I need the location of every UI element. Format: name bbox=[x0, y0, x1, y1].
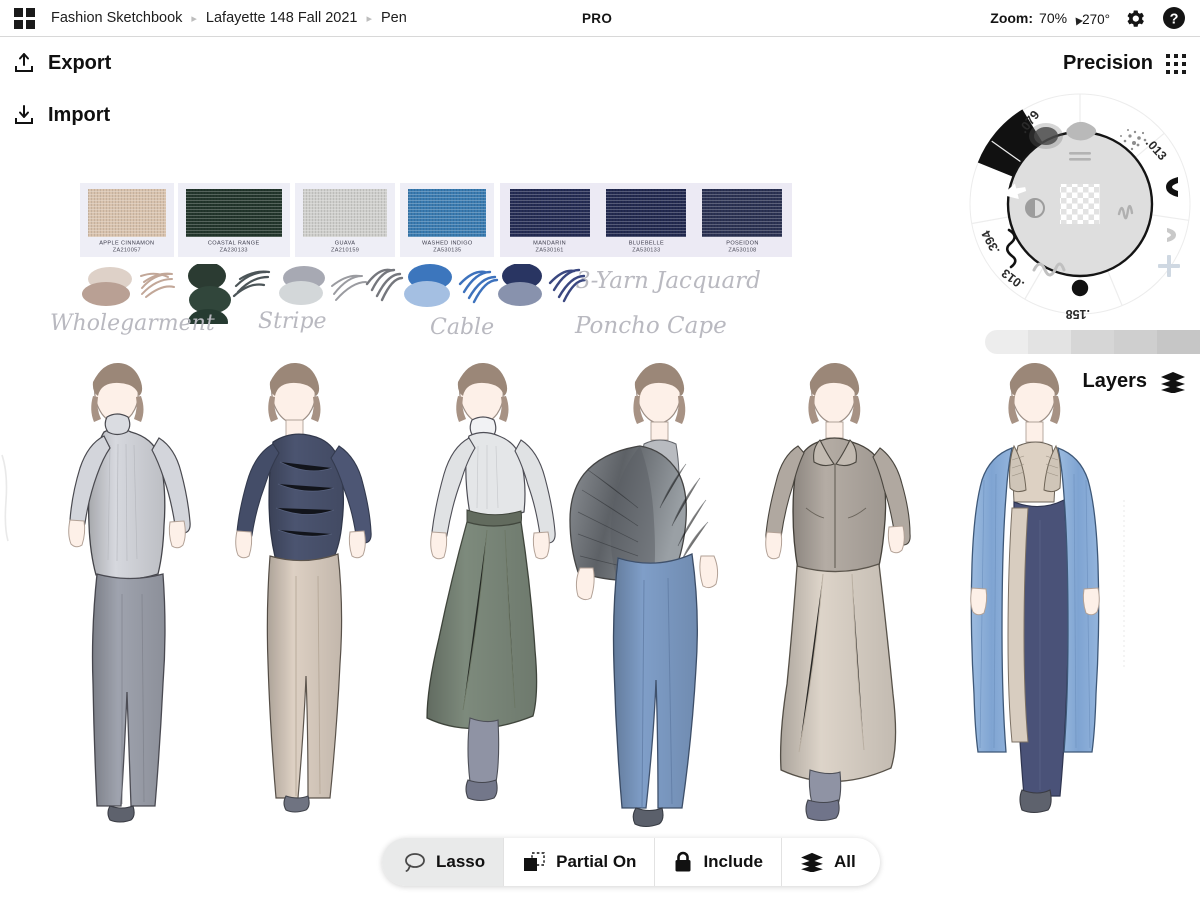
tool-partial-on-label: Partial On bbox=[556, 852, 636, 872]
swatch-name: WASHED INDIGO bbox=[422, 240, 473, 247]
grid-apps-icon[interactable] bbox=[14, 8, 35, 29]
swatch-code: ZA210159 bbox=[331, 247, 359, 254]
figure-4-poncho-cape-jeans[interactable] bbox=[570, 363, 718, 827]
export-upload-icon bbox=[12, 51, 36, 75]
swatch-code: ZA530108 bbox=[726, 247, 759, 254]
swatch-name: COASTAL RANGE bbox=[208, 240, 260, 247]
scribble-swatch bbox=[460, 272, 497, 302]
nine-dot-grid-icon bbox=[1166, 54, 1186, 74]
figure-2-blue-knit-trousers[interactable] bbox=[236, 363, 371, 812]
annotation-wholegarment: Wholegarment bbox=[50, 311, 215, 336]
top-bar: Fashion Sketchbook ▸ Lafayette 148 Fall … bbox=[0, 0, 1200, 37]
partial-sketch-left-edge bbox=[2, 455, 8, 541]
top-bar-right-controls: Zoom: 70% 270° ? bbox=[990, 6, 1186, 30]
sketch-canvas[interactable] bbox=[0, 360, 1200, 850]
import-button[interactable]: Import bbox=[12, 103, 110, 127]
annotation-jacquard: 3-Yarn Jacquard bbox=[576, 268, 761, 294]
zoom-value: 70% bbox=[1039, 10, 1067, 26]
pro-badge: PRO bbox=[582, 11, 612, 26]
swatch-fabric bbox=[606, 189, 686, 237]
annotation-stripe: Stripe bbox=[258, 309, 327, 334]
swatch-name: GUAVA bbox=[331, 240, 359, 247]
palette-group-stripe[interactable] bbox=[279, 266, 402, 305]
swatch-fabric bbox=[88, 189, 166, 237]
tool-all[interactable]: All bbox=[781, 838, 880, 886]
breadcrumb-item-1[interactable]: Lafayette 148 Fall 2021 bbox=[206, 10, 358, 26]
breadcrumb-separator: ▸ bbox=[191, 12, 197, 25]
svg-text:?: ? bbox=[1170, 11, 1179, 27]
swatch-fabric bbox=[408, 189, 486, 237]
precision-label: Precision bbox=[1063, 52, 1153, 75]
swatch-card[interactable]: BLUEBELLE ZA530133 bbox=[606, 189, 686, 253]
sketchbook-app: Fashion Sketchbook ▸ Lafayette 148 Fall … bbox=[0, 0, 1200, 900]
swatch-fabric bbox=[702, 189, 782, 237]
annotation-cable: Cable bbox=[430, 315, 494, 340]
swatch-card[interactable]: COASTAL RANGE ZA230133 bbox=[178, 183, 290, 257]
tool-lasso[interactable]: Lasso bbox=[382, 838, 503, 886]
scribble-swatch bbox=[367, 270, 402, 300]
partial-select-icon bbox=[522, 851, 546, 873]
figure-1-turtleneck-trousers[interactable] bbox=[69, 363, 190, 822]
help-circle-icon[interactable]: ? bbox=[1162, 6, 1186, 30]
zoom-indicator[interactable]: Zoom: 70% 270° bbox=[990, 10, 1110, 27]
lasso-icon bbox=[404, 852, 426, 872]
palette-group-cable[interactable] bbox=[404, 264, 497, 307]
wheel-label-dot: .158 bbox=[1066, 307, 1090, 320]
swatch-card[interactable]: WASHED INDIGO ZA530135 bbox=[400, 183, 494, 257]
import-label: Import bbox=[48, 104, 110, 127]
export-button[interactable]: Export bbox=[12, 51, 111, 75]
scribble-swatch bbox=[332, 276, 366, 300]
import-download-icon bbox=[12, 103, 36, 127]
figure-3-turtleneck-skirt[interactable] bbox=[427, 363, 555, 801]
swatch-card[interactable]: APPLE CINNAMON ZA210057 bbox=[80, 183, 174, 257]
radial-brush-wheel[interactable]: .079 .013 .394 .013 .158 bbox=[962, 88, 1198, 320]
swatch-name: POSEIDON bbox=[726, 240, 759, 247]
swatch-name: MANDARIN bbox=[534, 240, 567, 247]
swatch-card[interactable]: POSEIDON ZA530108 bbox=[702, 189, 782, 253]
swatch-card[interactable]: GUAVA ZA210159 bbox=[295, 183, 395, 257]
transparency-checker-icon bbox=[1060, 184, 1100, 224]
swatch-code: ZA530161 bbox=[534, 247, 567, 254]
swatch-fabric bbox=[303, 189, 387, 237]
export-label: Export bbox=[48, 52, 111, 75]
annotation-poncho-cape: Poncho Cape bbox=[575, 313, 727, 339]
tool-include[interactable]: Include bbox=[654, 838, 781, 886]
scribble-swatch bbox=[234, 272, 269, 296]
bottom-toolbar: Lasso Partial On Include bbox=[382, 838, 880, 886]
lock-icon bbox=[673, 851, 693, 873]
swatch-code: ZA530133 bbox=[628, 247, 663, 254]
tool-include-label: Include bbox=[703, 852, 763, 872]
solid-dot-icon bbox=[1072, 280, 1088, 296]
swatch-code: ZA210057 bbox=[99, 247, 154, 254]
rotation-value: 270° bbox=[1082, 12, 1110, 27]
tool-partial-on[interactable]: Partial On bbox=[503, 838, 654, 886]
gear-icon[interactable] bbox=[1124, 6, 1148, 30]
swatch-name: BLUEBELLE bbox=[628, 240, 663, 247]
scribble-swatch bbox=[141, 274, 174, 297]
swatch-fabric bbox=[510, 189, 590, 237]
breadcrumb: Fashion Sketchbook ▸ Lafayette 148 Fall … bbox=[51, 10, 407, 26]
palette-group-wholegarment[interactable] bbox=[82, 267, 174, 306]
tool-all-label: All bbox=[834, 852, 856, 872]
opacity-gradient-slider[interactable] bbox=[985, 330, 1200, 354]
precision-button[interactable]: Precision bbox=[1063, 52, 1186, 75]
zoom-label: Zoom: bbox=[990, 10, 1033, 26]
fabric-swatch-strip: APPLE CINNAMON ZA210057 COASTAL RANGE ZA… bbox=[80, 183, 792, 257]
swatch-code: ZA230133 bbox=[208, 247, 260, 254]
breadcrumb-item-0[interactable]: Fashion Sketchbook bbox=[51, 10, 182, 26]
breadcrumb-item-2[interactable]: Pen bbox=[381, 10, 407, 26]
swatch-card[interactable]: MANDARIN ZA530161 bbox=[510, 189, 590, 253]
swatch-fabric bbox=[186, 189, 282, 237]
layers-stack-icon bbox=[800, 852, 824, 872]
swatch-name: APPLE CINNAMON bbox=[99, 240, 154, 247]
swatch-card-group[interactable]: MANDARIN ZA530161 BLUEBELLE ZA530133 POS… bbox=[500, 183, 792, 257]
tool-lasso-label: Lasso bbox=[436, 852, 485, 872]
figure-5-jacket-long-skirt[interactable] bbox=[766, 363, 910, 821]
swatch-code: ZA530135 bbox=[422, 247, 473, 254]
rotation-indicator[interactable]: 270° bbox=[1073, 12, 1110, 27]
breadcrumb-separator: ▸ bbox=[366, 12, 372, 25]
figure-6-long-blue-coat[interactable] bbox=[971, 363, 1100, 813]
palette-group-jacquard[interactable] bbox=[498, 264, 585, 306]
